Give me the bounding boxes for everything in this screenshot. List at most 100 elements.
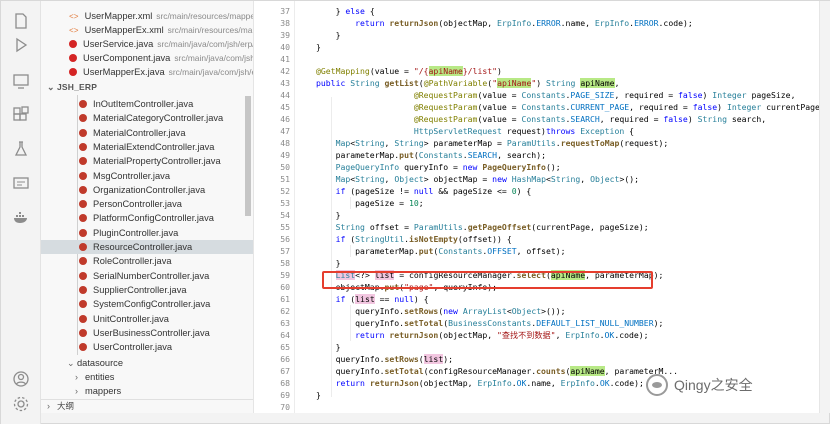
file-item[interactable]: UnitController.java: [41, 312, 253, 326]
line-number: 64: [280, 330, 290, 340]
folder-datasource[interactable]: ⌄ datasource: [41, 356, 253, 370]
code-line: 58 }: [254, 257, 819, 269]
files-icon[interactable]: [11, 11, 31, 31]
project-folder-header[interactable]: ⌄ JSH_ERP: [41, 80, 253, 94]
folder-mappers[interactable]: › mappers: [41, 384, 253, 398]
file-item[interactable]: SerialNumberController.java: [41, 269, 253, 283]
line-number: 54: [280, 210, 290, 220]
editor-scrollbar[interactable]: [819, 1, 830, 413]
settings-gear-icon[interactable]: [11, 394, 31, 414]
open-editor-item[interactable]: UserMapperEx.javasrc/main/java/com/jsh/e…: [41, 65, 253, 79]
file-label: UserController.java: [93, 342, 173, 353]
file-item[interactable]: SystemConfigController.java: [41, 297, 253, 311]
code-line: 46 @RequestParam(value = Constants.SEARC…: [254, 113, 819, 125]
line-code: public String getList(@PathVariable("api…: [316, 78, 620, 88]
file-label: UserBusinessController.java: [93, 327, 210, 338]
line-code: if (pageSize != null && pageSize <= 0) {: [335, 186, 532, 196]
line-code: if (StringUtil.isNotEmpty(offset)) {: [335, 234, 512, 244]
line-code: return returnJson(objectMap, ErpInfo.ERR…: [355, 18, 693, 28]
file-label: MaterialExtendController.java: [93, 141, 215, 152]
file-item[interactable]: PlatformConfigController.java: [41, 211, 253, 225]
line-number: 63: [280, 318, 290, 328]
line-number: 55: [280, 222, 290, 232]
run-debug-icon[interactable]: [11, 35, 31, 55]
extensions-icon[interactable]: [11, 105, 31, 125]
file-item[interactable]: UserBusinessController.java: [41, 326, 253, 340]
file-label: PersonController.java: [93, 199, 182, 210]
open-editor-item[interactable]: <> UserMapperEx.xml src/main/resources/ma.…: [41, 23, 253, 37]
open-editor-item[interactable]: <> UserMapper.xml src/main/resources/mappe…: [41, 9, 253, 23]
file-item[interactable]: MaterialController.java: [41, 126, 253, 140]
line-code: }: [316, 30, 341, 40]
terminal-panel-icon[interactable]: [11, 173, 31, 193]
file-item[interactable]: MaterialPropertyController.java: [41, 154, 253, 168]
testing-flask-icon[interactable]: [11, 139, 31, 159]
file-label: InOutItemController.java: [93, 99, 194, 109]
docker-icon[interactable]: [11, 207, 31, 227]
line-code: String offset = ParamUtils.getPageOffset…: [335, 222, 649, 232]
line-code: }: [316, 390, 321, 400]
java-file-icon: [79, 328, 87, 337]
file-item[interactable]: PluginController.java: [41, 226, 253, 240]
file-item[interactable]: SupplierController.java: [41, 283, 253, 297]
line-number: 65: [280, 342, 290, 352]
xml-file-icon: <>: [69, 13, 79, 22]
vscode-window: <> UserMapper.xml src/main/resources/mappe…: [0, 0, 830, 424]
file-label: PluginController.java: [93, 227, 179, 238]
activity-bar: [1, 1, 41, 424]
line-code: queryInfo.setRows(list);: [316, 354, 454, 364]
line-number: 67: [280, 366, 290, 376]
line-number: 51: [280, 174, 290, 184]
line-code: } else {: [316, 6, 375, 16]
java-file-icon: [79, 157, 87, 166]
file-label: MaterialPropertyController.java: [93, 156, 221, 167]
line-code: return returnJson(objectMap, ErpInfo.OK.…: [335, 378, 644, 388]
line-code: List<?> list = configResourceManager.sel…: [335, 270, 664, 280]
file-label: MaterialCategoryController.java: [93, 113, 224, 124]
file-item[interactable]: InOutItemController.java: [41, 97, 253, 111]
java-file-icon: [79, 243, 87, 251]
code-line: 50 PageQueryInfo queryInfo = new PageQue…: [254, 161, 819, 173]
account-icon[interactable]: [11, 369, 31, 389]
file-label: OrganizationController.java: [93, 184, 206, 195]
folder-entities[interactable]: › entities: [41, 370, 253, 384]
file-item[interactable]: UserController.java: [41, 340, 253, 354]
java-file-icon: [79, 100, 87, 108]
code-line: 48 Map<String, String> parameterMap = Pa…: [254, 137, 819, 149]
chevron-right-icon: ›: [75, 386, 78, 396]
code-line: 53 pageSize = 10;: [254, 197, 819, 209]
code-line: 38 return returnJson(objectMap, ErpInfo.…: [254, 17, 819, 29]
code-line: 64 return returnJson(objectMap, "查找不到数据"…: [254, 329, 819, 341]
code-editor[interactable]: 37 } else {38 return returnJson(objectMa…: [253, 1, 819, 413]
code-line: 56 if (StringUtil.isNotEmpty(offset)) {: [254, 233, 819, 245]
line-code: return returnJson(objectMap, "查找不到数据", E…: [355, 330, 649, 340]
file-label: RoleController.java: [93, 256, 172, 267]
code-line: 37 } else {: [254, 5, 819, 17]
code-line: 42 @GetMapping(value = "/{apiName}/list"): [254, 65, 819, 77]
file-item[interactable]: PersonController.java: [41, 197, 253, 211]
line-number: 68: [280, 378, 290, 388]
java-file-icon: [79, 114, 87, 123]
file-item[interactable]: MaterialCategoryController.java: [41, 111, 253, 125]
sidebar-scrollbar[interactable]: [245, 96, 251, 216]
line-number: 44: [280, 90, 290, 100]
line-code: }: [316, 342, 341, 352]
java-file-icon: [69, 68, 77, 76]
code-line: 65 }: [254, 341, 819, 353]
outline-section-header[interactable]: › 大纲: [41, 399, 253, 413]
file-item[interactable]: OrganizationController.java: [41, 183, 253, 197]
java-file-icon: [79, 200, 87, 209]
line-code: @GetMapping(value = "/{apiName}/list"): [316, 66, 502, 76]
file-item[interactable]: RoleController.java: [41, 254, 253, 268]
line-code: parameterMap.put(Constants.SEARCH, searc…: [316, 150, 546, 160]
java-file-icon: [79, 214, 87, 223]
file-item[interactable]: MaterialExtendController.java: [41, 140, 253, 154]
open-editor-item[interactable]: UserComponent.javasrc/main/java/com/jsh/…: [41, 51, 253, 65]
line-number: 69: [280, 390, 290, 400]
open-editor-item[interactable]: UserService.java src/main/java/com/jsh/er…: [41, 37, 253, 51]
java-file-icon: [79, 171, 87, 180]
file-item[interactable]: ResourceController.java: [41, 240, 253, 254]
file-item[interactable]: MsgController.java: [41, 169, 253, 183]
remote-explorer-icon[interactable]: [11, 71, 31, 91]
java-file-icon: [79, 271, 87, 280]
